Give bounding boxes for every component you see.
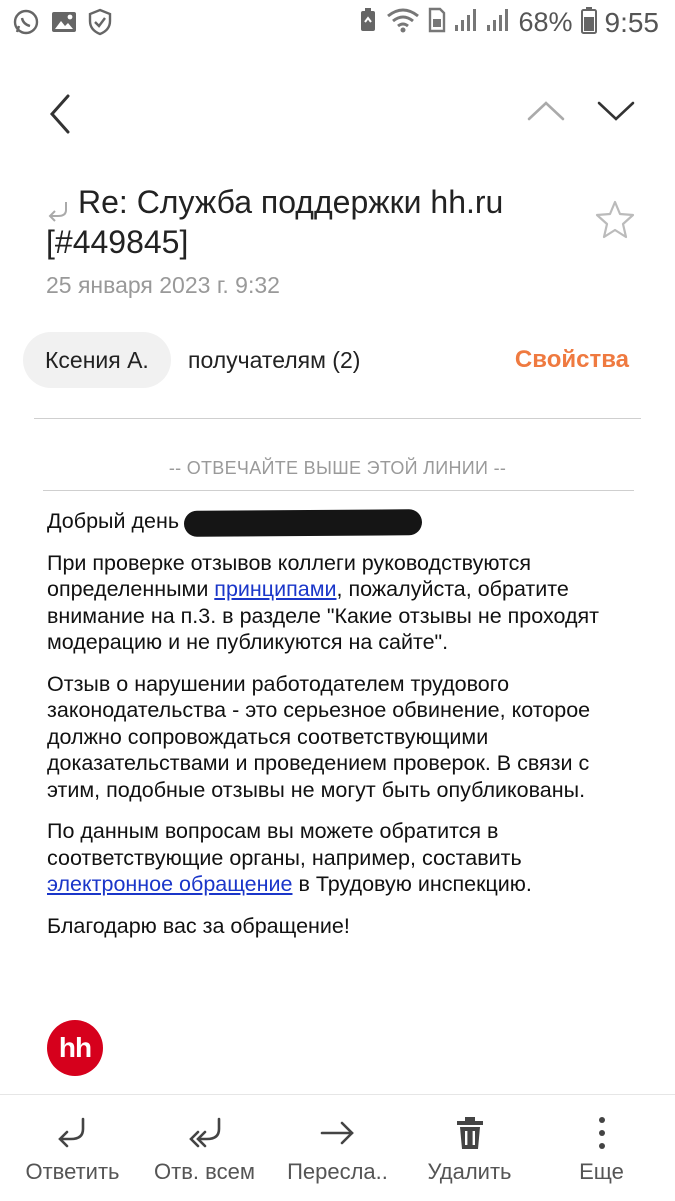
wifi-icon [386,7,420,38]
reply-arrow-icon [46,193,72,222]
message-date: 25 января 2023 г. 9:32 [46,272,280,298]
back-button[interactable] [42,92,82,136]
star-button[interactable] [594,198,636,240]
forward-button[interactable]: Пересла.. [270,1095,405,1201]
electronic-appeal-link[interactable]: электронное обращение [47,872,292,896]
signal-icon [486,7,510,38]
forward-label: Пересла.. [287,1159,388,1184]
paragraph-1: При проверке отзывов коллеги руководству… [47,550,599,655]
subject-header: Re: Служба поддержки hh.ru [#449845] [46,182,586,262]
chevron-up-icon [527,101,565,121]
chevron-left-icon [49,94,70,134]
reply-above-line: -- ОТВЕЧАЙТЕ ВЫШЕ ЭТОЙ ЛИНИИ -- [168,458,507,478]
delete-button[interactable]: Удалить [402,1095,537,1201]
bottom-toolbar: Ответить Отв. всем Пересла.. Удалить Еще [0,1094,675,1201]
more-button[interactable]: Еще [534,1095,669,1201]
reply-all-label: Отв. всем [154,1159,255,1184]
more-label: Еще [579,1159,624,1184]
subject: Re: Служба поддержки hh.ru [#449845] [46,182,586,262]
reply-all-button[interactable]: Отв. всем [137,1095,272,1201]
subject-text: Re: Служба поддержки hh.ru [#449845] [46,184,504,260]
properties-button[interactable]: Свойства [515,346,629,374]
delete-label: Удалить [427,1159,512,1184]
battery-percent: 68% [518,7,573,37]
forward-arrow-icon [320,1121,354,1145]
recipients-link[interactable]: получателям (2) [188,347,360,374]
gallery-icon [50,9,78,40]
next-message-button[interactable] [596,95,636,127]
closing: Благодарю вас за обращение! [47,913,350,938]
previous-message-button[interactable] [526,95,566,127]
sim-icon [428,7,446,38]
principles-link[interactable]: принципами [214,577,336,601]
hh-logo: hh [47,1020,103,1076]
sender-chip[interactable]: Ксения А. [23,332,171,388]
shield-icon [88,8,112,41]
trash-icon [456,1117,483,1149]
message-body: Добрый день При проверке отзывов коллеги… [47,508,637,954]
more-vertical-icon [598,1117,605,1149]
clock: 9:55 [604,6,660,38]
recycle-icon [358,6,378,39]
divider [34,418,641,419]
redaction-mark [183,509,423,537]
reply-icon [57,1117,84,1148]
reply-label: Ответить [25,1159,120,1184]
chevron-down-icon [597,101,635,121]
status-bar: 68% 9:55 [0,0,675,46]
battery-icon [580,6,597,39]
divider [43,490,634,491]
paragraph-3: По данным вопросам вы можете обратится в… [47,819,532,896]
paragraph-2: Отзыв о нарушении работодателем трудовог… [47,671,591,802]
reply-button[interactable]: Ответить [5,1095,140,1201]
whatsapp-icon [12,8,40,41]
signal-icon [454,7,478,38]
star-icon [595,200,635,239]
reply-all-icon [188,1117,220,1148]
